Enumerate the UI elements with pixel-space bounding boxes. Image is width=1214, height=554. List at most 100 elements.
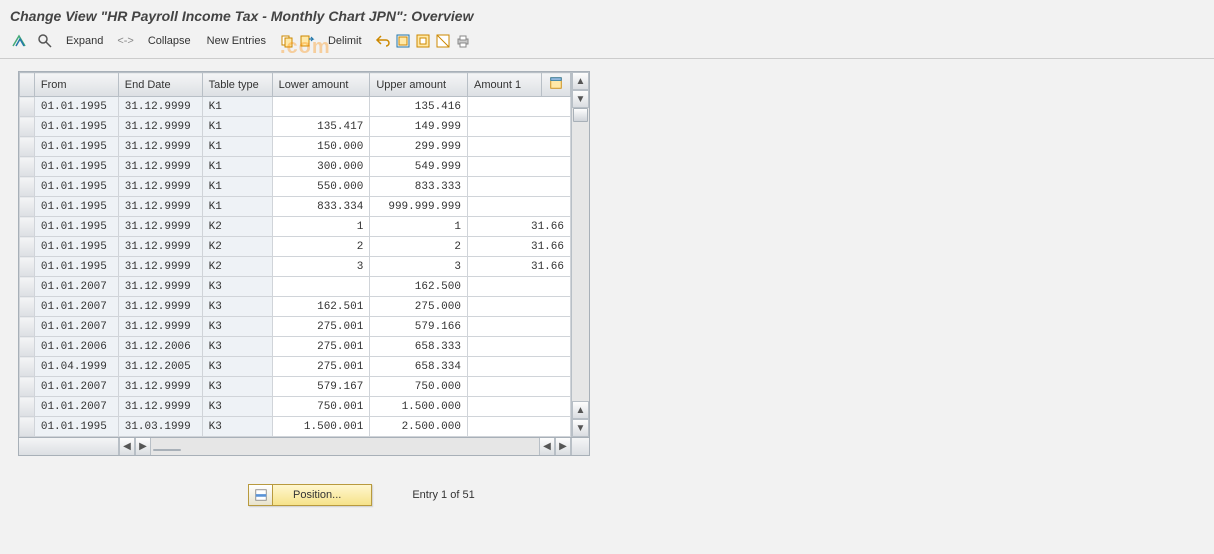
cell-amt1[interactable] xyxy=(467,177,570,197)
row-selector[interactable] xyxy=(20,257,35,277)
cell-from[interactable]: 01.01.2006 xyxy=(34,337,118,357)
cell-upper[interactable]: 999.999.999 xyxy=(370,197,468,217)
cell-end[interactable]: 31.12.2005 xyxy=(118,357,202,377)
cell-end[interactable]: 31.12.9999 xyxy=(118,157,202,177)
cell-lower[interactable]: 2 xyxy=(272,237,370,257)
cell-amt1[interactable]: 31.66 xyxy=(467,257,570,277)
cell-amt1[interactable] xyxy=(467,297,570,317)
table-row[interactable]: 01.01.200731.12.9999K3579.167750.000 xyxy=(20,377,571,397)
row-selector[interactable] xyxy=(20,137,35,157)
cell-end[interactable]: 31.12.9999 xyxy=(118,317,202,337)
cell-type[interactable]: K3 xyxy=(202,357,272,377)
horizontal-scrollbar[interactable]: ◀ ▶ ◀ ▶ xyxy=(18,438,590,456)
cell-type[interactable]: K3 xyxy=(202,377,272,397)
row-selector[interactable] xyxy=(20,397,35,417)
row-selector[interactable] xyxy=(20,277,35,297)
cell-from[interactable]: 01.01.2007 xyxy=(34,297,118,317)
table-settings-icon[interactable] xyxy=(542,73,571,97)
cell-from[interactable]: 01.01.2007 xyxy=(34,277,118,297)
print-icon[interactable] xyxy=(454,32,472,50)
position-button[interactable]: Position... xyxy=(248,484,372,506)
cell-lower[interactable] xyxy=(272,277,370,297)
cell-end[interactable]: 31.12.9999 xyxy=(118,237,202,257)
table-row[interactable]: 01.01.199531.12.9999K1833.334999.999.999 xyxy=(20,197,571,217)
cell-lower[interactable]: 300.000 xyxy=(272,157,370,177)
cell-lower[interactable]: 275.001 xyxy=(272,337,370,357)
cell-type[interactable]: K3 xyxy=(202,277,272,297)
new-entries-link[interactable]: New Entries xyxy=(203,35,270,47)
expand-link[interactable]: Expand xyxy=(62,35,107,47)
cell-from[interactable]: 01.01.1995 xyxy=(34,217,118,237)
cell-lower[interactable]: 135.417 xyxy=(272,117,370,137)
cell-type[interactable]: K3 xyxy=(202,297,272,317)
collapse-link[interactable]: Collapse xyxy=(144,35,195,47)
table-row[interactable]: 01.01.199531.12.9999K1135.417149.999 xyxy=(20,117,571,137)
vertical-scrollbar[interactable]: ▲ ▼ ▲ ▼ xyxy=(571,72,589,437)
table-row[interactable]: 01.04.199931.12.2005K3275.001658.334 xyxy=(20,357,571,377)
cell-amt1[interactable] xyxy=(467,137,570,157)
col-from[interactable]: From xyxy=(34,73,118,97)
deselect-all-icon[interactable] xyxy=(434,32,452,50)
copy-as-icon[interactable] xyxy=(298,32,316,50)
cell-amt1[interactable] xyxy=(467,417,570,437)
table-row[interactable]: 01.01.199531.03.1999K31.500.0012.500.000 xyxy=(20,417,571,437)
cell-type[interactable]: K3 xyxy=(202,397,272,417)
table-row[interactable]: 01.01.199531.12.9999K23331.66 xyxy=(20,257,571,277)
cell-end[interactable]: 31.12.9999 xyxy=(118,137,202,157)
hscroll-left2-icon[interactable]: ◀ xyxy=(539,438,555,455)
cell-lower[interactable]: 3 xyxy=(272,257,370,277)
cell-upper[interactable]: 579.166 xyxy=(370,317,468,337)
col-end[interactable]: End Date xyxy=(118,73,202,97)
table-row[interactable]: 01.01.200731.12.9999K3750.0011.500.000 xyxy=(20,397,571,417)
table-row[interactable]: 01.01.200731.12.9999K3162.500 xyxy=(20,277,571,297)
cell-amt1[interactable]: 31.66 xyxy=(467,217,570,237)
cell-end[interactable]: 31.12.9999 xyxy=(118,97,202,117)
cell-amt1[interactable]: 31.66 xyxy=(467,237,570,257)
cell-amt1[interactable] xyxy=(467,397,570,417)
cell-amt1[interactable] xyxy=(467,337,570,357)
col-upper[interactable]: Upper amount xyxy=(370,73,468,97)
table-row[interactable]: 01.01.199531.12.9999K1135.416 xyxy=(20,97,571,117)
undo-icon[interactable] xyxy=(374,32,392,50)
select-block-icon[interactable] xyxy=(414,32,432,50)
cell-end[interactable]: 31.12.2006 xyxy=(118,337,202,357)
scroll-up-step-icon[interactable]: ▲ xyxy=(572,401,589,419)
row-selector[interactable] xyxy=(20,197,35,217)
cell-end[interactable]: 31.12.9999 xyxy=(118,277,202,297)
hscroll-thumb-left[interactable] xyxy=(153,449,181,451)
cell-type[interactable]: K2 xyxy=(202,237,272,257)
row-selector[interactable] xyxy=(20,417,35,437)
cell-upper[interactable]: 3 xyxy=(370,257,468,277)
cell-end[interactable]: 31.12.9999 xyxy=(118,377,202,397)
cell-lower[interactable]: 579.167 xyxy=(272,377,370,397)
scroll-down-step-icon[interactable]: ▼ xyxy=(572,90,589,108)
cell-upper[interactable]: 135.416 xyxy=(370,97,468,117)
table-row[interactable]: 01.01.200631.12.2006K3275.001658.333 xyxy=(20,337,571,357)
cell-from[interactable]: 01.01.2007 xyxy=(34,377,118,397)
cell-from[interactable]: 01.01.1995 xyxy=(34,157,118,177)
cell-from[interactable]: 01.01.1995 xyxy=(34,177,118,197)
cell-type[interactable]: K1 xyxy=(202,137,272,157)
cell-from[interactable]: 01.01.1995 xyxy=(34,117,118,137)
cell-upper[interactable]: 1 xyxy=(370,217,468,237)
cell-from[interactable]: 01.01.1995 xyxy=(34,137,118,157)
table-row[interactable]: 01.01.199531.12.9999K1550.000833.333 xyxy=(20,177,571,197)
cell-lower[interactable]: 162.501 xyxy=(272,297,370,317)
cell-end[interactable]: 31.03.1999 xyxy=(118,417,202,437)
cell-type[interactable]: K3 xyxy=(202,317,272,337)
scroll-down-icon[interactable]: ▼ xyxy=(572,419,589,437)
cell-type[interactable]: K1 xyxy=(202,177,272,197)
cell-amt1[interactable] xyxy=(467,277,570,297)
row-selector[interactable] xyxy=(20,97,35,117)
cell-type[interactable]: K1 xyxy=(202,97,272,117)
cell-from[interactable]: 01.04.1999 xyxy=(34,357,118,377)
row-selector[interactable] xyxy=(20,157,35,177)
cell-end[interactable]: 31.12.9999 xyxy=(118,397,202,417)
cell-amt1[interactable] xyxy=(467,317,570,337)
scroll-track[interactable] xyxy=(572,108,589,401)
row-selector[interactable] xyxy=(20,237,35,257)
cell-upper[interactable]: 275.000 xyxy=(370,297,468,317)
table-row[interactable]: 01.01.200731.12.9999K3162.501275.000 xyxy=(20,297,571,317)
cell-upper[interactable]: 658.333 xyxy=(370,337,468,357)
cell-lower[interactable]: 150.000 xyxy=(272,137,370,157)
